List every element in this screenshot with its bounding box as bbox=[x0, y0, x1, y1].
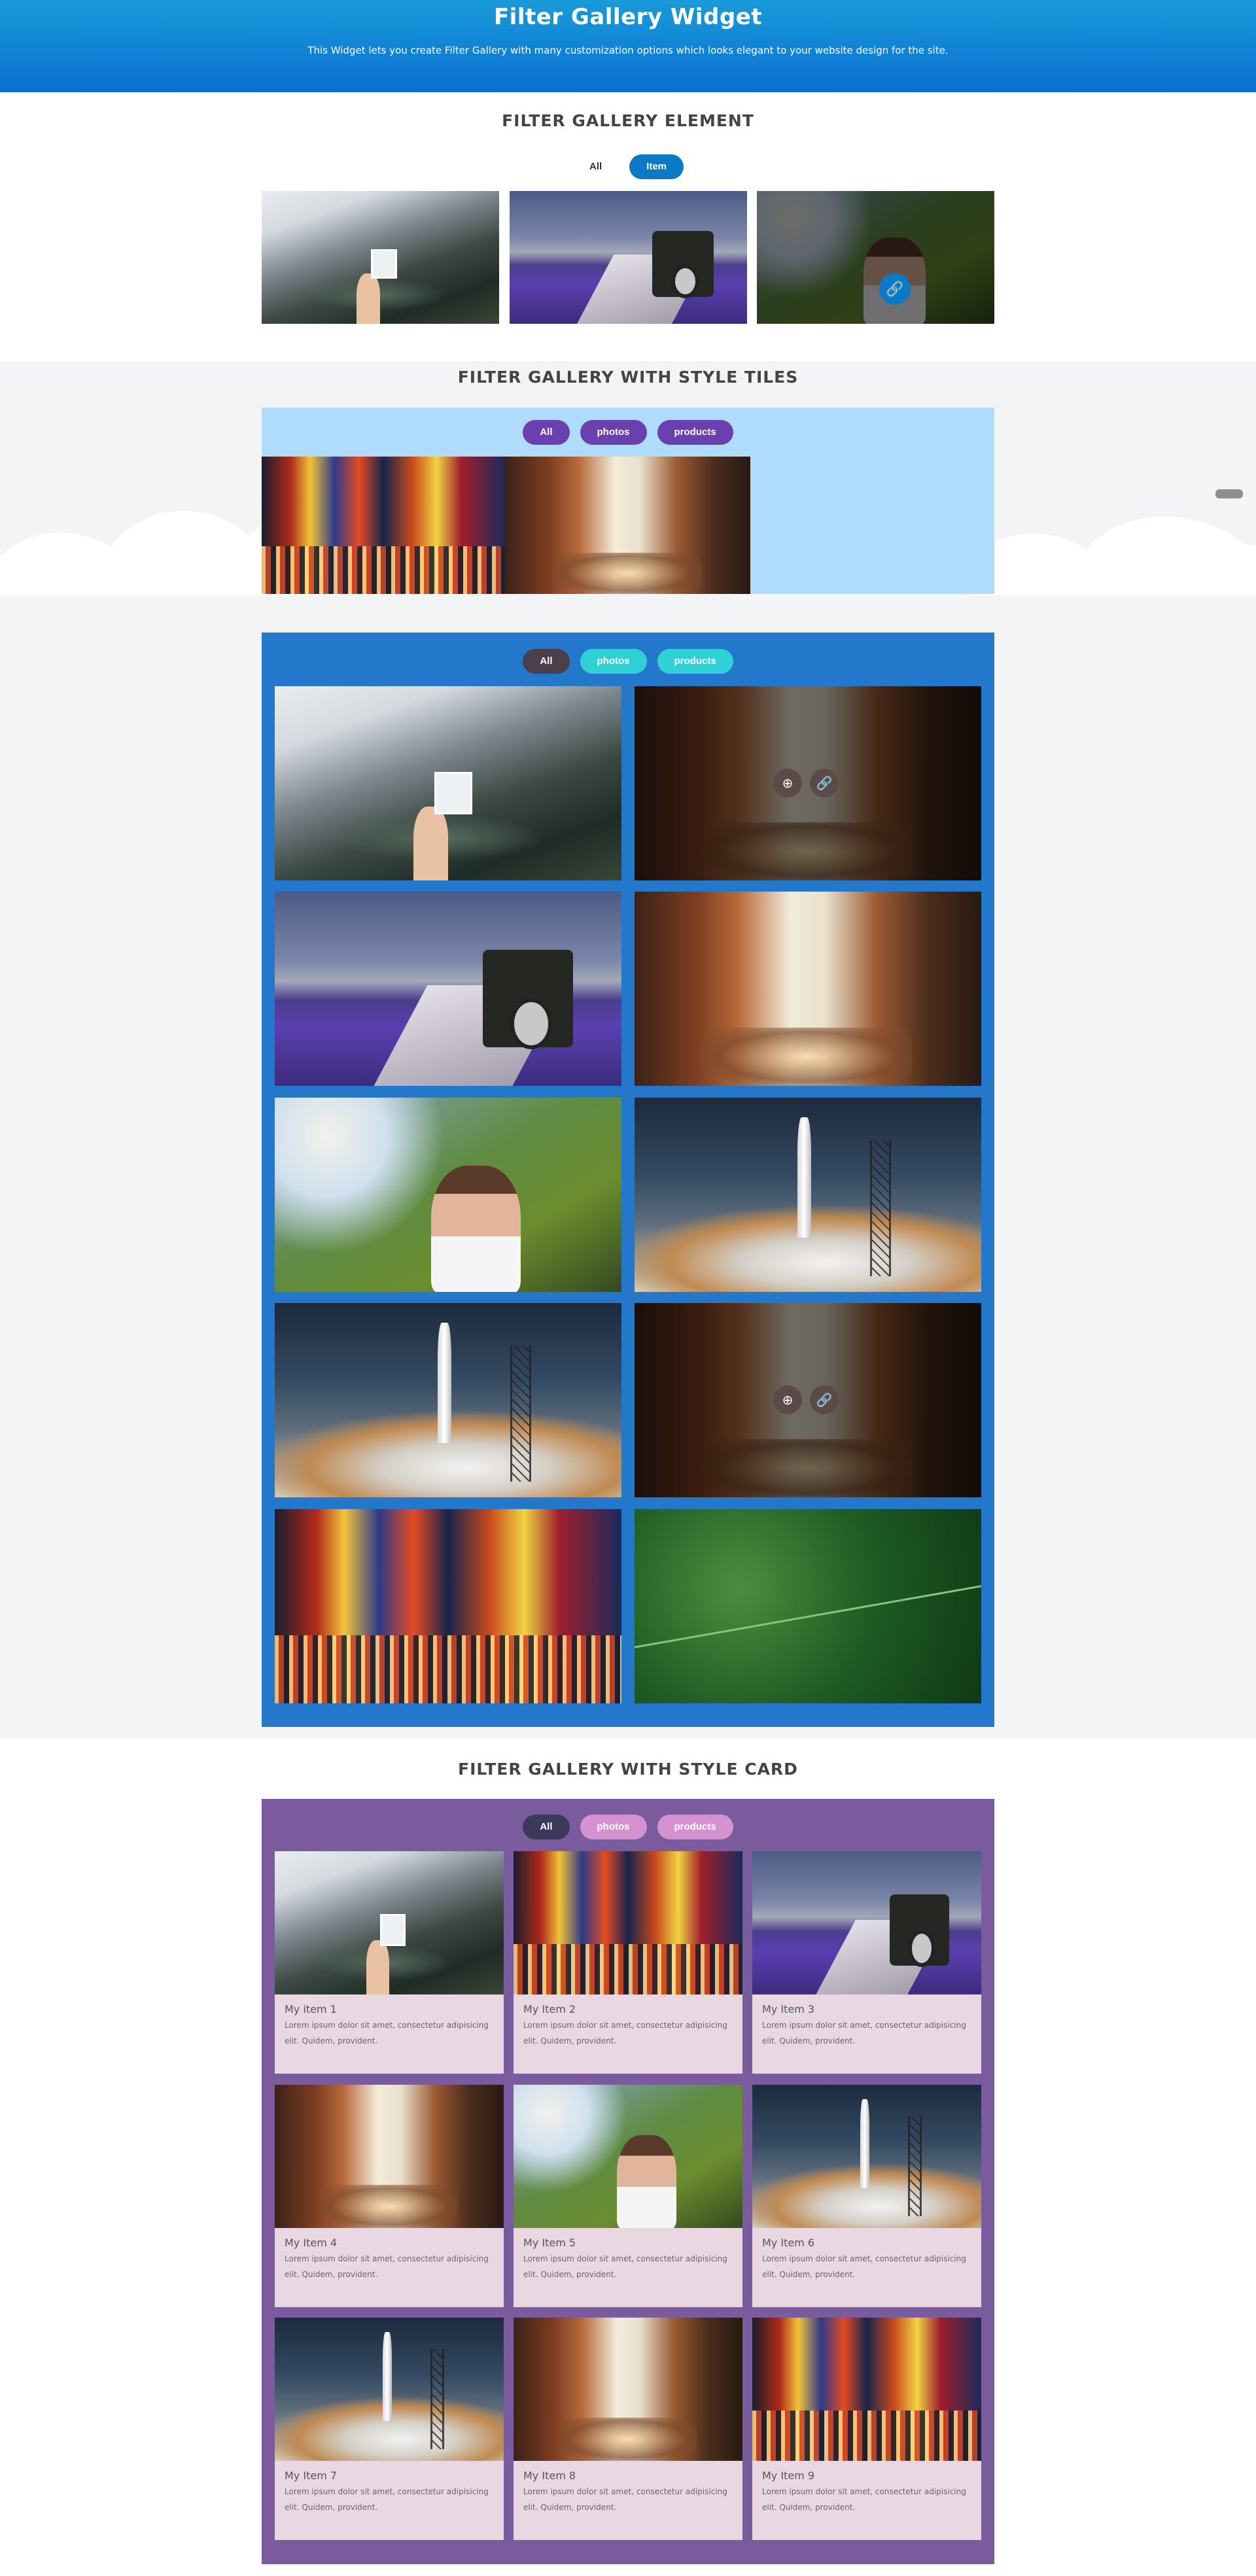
tile-image-street[interactable] bbox=[505, 457, 750, 594]
grid-image-leaf[interactable] bbox=[635, 1509, 981, 1703]
card-title: My Item 8 bbox=[523, 2469, 576, 2482]
card-image bbox=[275, 1851, 504, 1994]
grid-image-rocket-2[interactable] bbox=[275, 1303, 621, 1497]
section-title-tiles: FILTER GALLERY WITH STYLE TILES bbox=[457, 368, 799, 387]
card-image bbox=[275, 2318, 504, 2461]
filter-photos-button[interactable]: photos bbox=[580, 1815, 647, 1839]
grid-image-cliff[interactable] bbox=[275, 686, 621, 880]
tile-image-times-square[interactable] bbox=[262, 457, 505, 594]
link-icon[interactable]: 🔗 bbox=[810, 1385, 839, 1414]
gallery-image-cliff[interactable] bbox=[262, 191, 499, 324]
card-text: Lorem ipsum dolor sit amet, consectetur … bbox=[523, 2021, 727, 2045]
grid-image-forest[interactable] bbox=[275, 1098, 621, 1292]
filter-photos-button[interactable]: photos bbox=[580, 649, 647, 674]
card-text: Lorem ipsum dolor sit amet, consectetur … bbox=[523, 2254, 727, 2279]
zoom-in-icon[interactable]: ⊕ bbox=[773, 1385, 802, 1414]
card-text: Lorem ipsum dolor sit amet, consectetur … bbox=[523, 2487, 727, 2512]
page-title: Filter Gallery Widget bbox=[493, 4, 763, 30]
filter-bar-blue: All photos products bbox=[262, 649, 994, 674]
card-title: My Item 3 bbox=[762, 2003, 815, 2015]
hero-banner: Filter Gallery Widget This Widget lets y… bbox=[0, 0, 1256, 92]
card-image bbox=[275, 2085, 504, 2228]
card-text: Lorem ipsum dolor sit amet, consectetur … bbox=[285, 2487, 489, 2512]
card-title: My Item 4 bbox=[285, 2237, 338, 2249]
filter-all-button[interactable]: All bbox=[572, 154, 619, 179]
card-item[interactable]: My Item 6 Lorem ipsum dolor sit amet, co… bbox=[752, 2085, 981, 2307]
grid-image-rocket[interactable] bbox=[635, 1098, 981, 1292]
page-subtitle: This Widget lets you create Filter Galle… bbox=[307, 44, 949, 56]
gallery-image-forest[interactable] bbox=[757, 191, 994, 324]
filter-all-button[interactable]: All bbox=[523, 1815, 570, 1839]
card-title: My Item 7 bbox=[285, 2469, 338, 2482]
card-item[interactable]: My Item 7 Lorem ipsum dolor sit amet, co… bbox=[275, 2318, 504, 2540]
filter-item-button[interactable]: Item bbox=[629, 154, 684, 179]
card-item[interactable]: My Item 3 Lorem ipsum dolor sit amet, co… bbox=[752, 1851, 981, 2074]
zoom-in-icon[interactable]: ⊕ bbox=[773, 769, 802, 797]
card-item[interactable]: My item 1 Lorem ipsum dolor sit amet, co… bbox=[275, 1851, 504, 2074]
grid-image-times-square[interactable] bbox=[275, 1509, 621, 1703]
card-text: Lorem ipsum dolor sit amet, consectetur … bbox=[762, 2487, 966, 2512]
card-image bbox=[752, 2318, 981, 2461]
filter-products-button[interactable]: products bbox=[657, 1815, 733, 1839]
card-title: My item 1 bbox=[285, 2003, 337, 2015]
card-image bbox=[514, 2318, 742, 2461]
filter-products-button[interactable]: products bbox=[657, 649, 733, 674]
link-icon[interactable]: 🔗 bbox=[879, 273, 911, 305]
card-item[interactable]: My Item 2 Lorem ipsum dolor sit amet, co… bbox=[514, 1851, 742, 2074]
hover-actions-1: ⊕ 🔗 bbox=[773, 769, 839, 797]
card-item[interactable]: My Item 5 Lorem ipsum dolor sit amet, co… bbox=[514, 2085, 742, 2307]
filter-bar-cards: All photos products bbox=[262, 1815, 994, 1839]
card-text: Lorem ipsum dolor sit amet, consectetur … bbox=[285, 2254, 489, 2279]
side-tab-handle[interactable] bbox=[1215, 489, 1243, 498]
card-item[interactable]: My Item 8 Lorem ipsum dolor sit amet, co… bbox=[514, 2318, 742, 2540]
card-image bbox=[752, 1851, 981, 1994]
filter-all-button[interactable]: All bbox=[523, 420, 570, 445]
filter-bar-tiles: All photos products bbox=[262, 420, 994, 445]
link-icon[interactable]: 🔗 bbox=[810, 769, 839, 797]
grid-image-street[interactable] bbox=[635, 892, 981, 1086]
filter-products-button[interactable]: products bbox=[657, 420, 733, 445]
filter-photos-button[interactable]: photos bbox=[580, 420, 647, 445]
card-title: My Item 9 bbox=[762, 2469, 815, 2482]
grid-image-jeep[interactable] bbox=[275, 892, 621, 1086]
card-image bbox=[514, 1851, 742, 1994]
card-text: Lorem ipsum dolor sit amet, consectetur … bbox=[762, 2021, 966, 2045]
hover-actions-2: ⊕ 🔗 bbox=[773, 1385, 839, 1414]
card-item[interactable]: My Item 9 Lorem ipsum dolor sit amet, co… bbox=[752, 2318, 981, 2540]
gallery-image-jeep[interactable] bbox=[510, 191, 747, 324]
card-image bbox=[752, 2085, 981, 2228]
section-title-element: FILTER GALLERY ELEMENT bbox=[502, 111, 754, 130]
card-text: Lorem ipsum dolor sit amet, consectetur … bbox=[762, 2254, 966, 2279]
card-title: My Item 5 bbox=[523, 2237, 576, 2249]
filter-bar-element: All Item bbox=[0, 154, 1256, 179]
card-image bbox=[514, 2085, 742, 2228]
card-title: My Item 2 bbox=[523, 2003, 576, 2015]
card-item[interactable]: My Item 4 Lorem ipsum dolor sit amet, co… bbox=[275, 2085, 504, 2307]
section-title-cards: FILTER GALLERY WITH STYLE CARD bbox=[458, 1760, 798, 1779]
card-title: My Item 6 bbox=[762, 2237, 815, 2249]
card-text: Lorem ipsum dolor sit amet, consectetur … bbox=[285, 2021, 489, 2045]
filter-all-button[interactable]: All bbox=[523, 649, 570, 674]
